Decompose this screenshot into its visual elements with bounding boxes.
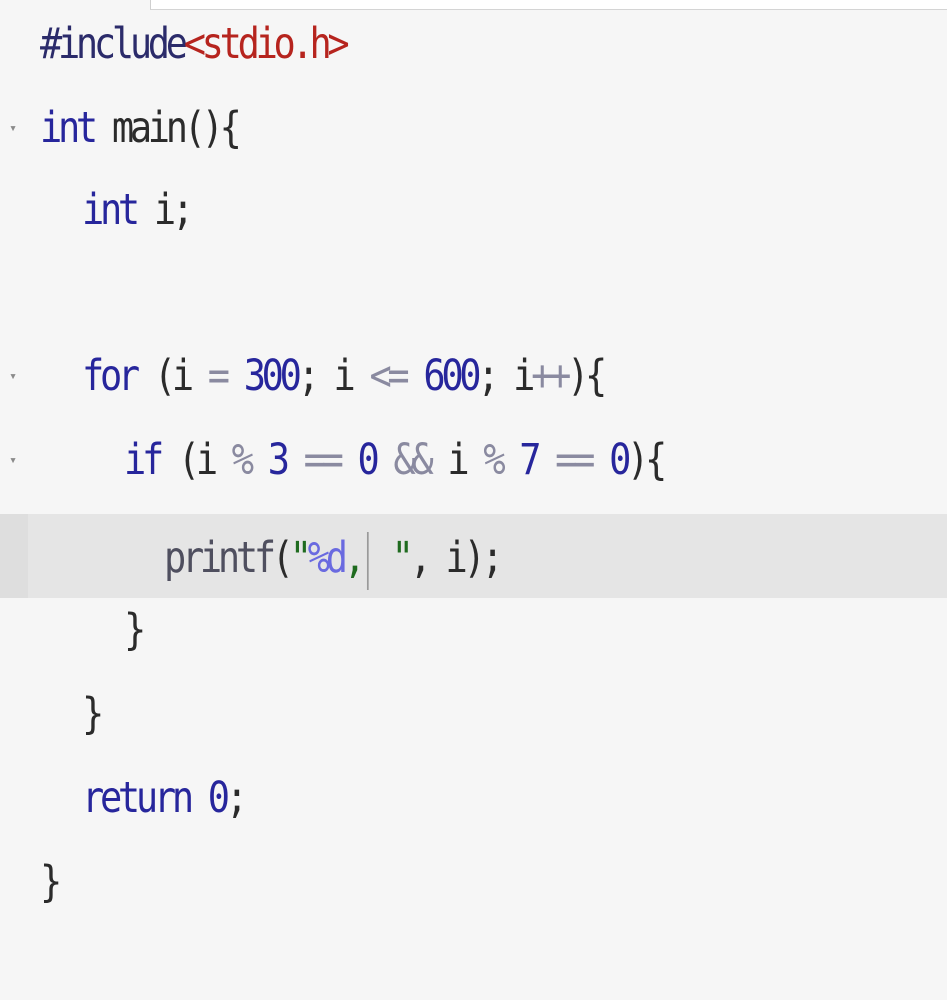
code-token: % bbox=[483, 435, 505, 485]
code-token: ( bbox=[271, 533, 294, 583]
code-token: = bbox=[207, 351, 230, 401]
code-token: ; bbox=[225, 773, 248, 823]
code-line-9[interactable]: } bbox=[0, 672, 947, 756]
code-token: <stdio.h> bbox=[183, 19, 350, 69]
code-token: int bbox=[82, 185, 140, 235]
code-text[interactable]: int i; bbox=[82, 182, 194, 238]
code-token: " bbox=[289, 533, 312, 583]
code-token: && bbox=[393, 435, 433, 485]
code-token: ){ bbox=[567, 351, 607, 401]
code-token: int bbox=[40, 103, 98, 153]
code-line-5[interactable]: ▾ for (i = 300; i <= 600; i++){ bbox=[0, 334, 947, 418]
code-text[interactable]: int main(){ bbox=[40, 100, 242, 156]
code-token: 0 bbox=[207, 773, 230, 823]
code-text[interactable]: printf("%d, ", i); bbox=[164, 530, 504, 590]
code-token: 300 bbox=[243, 351, 302, 401]
code-text[interactable]: #include<stdio.h> bbox=[40, 16, 350, 72]
code-token: ; i bbox=[477, 351, 535, 401]
fold-arrow-icon[interactable]: ▾ bbox=[6, 122, 20, 136]
code-token: ++ bbox=[531, 351, 571, 401]
code-token: } bbox=[124, 605, 146, 655]
code-text[interactable]: } bbox=[82, 686, 104, 742]
text-cursor bbox=[366, 531, 369, 590]
code-line-6[interactable]: ▾ if (i % 3 == 0 && i % 7 == 0){ bbox=[0, 418, 947, 502]
code-token: %d bbox=[307, 533, 348, 583]
code-token: % bbox=[231, 435, 254, 485]
code-text[interactable]: } bbox=[124, 602, 146, 658]
code-token: , bbox=[343, 533, 366, 583]
code-line-1[interactable]: #include<stdio.h> bbox=[0, 2, 947, 86]
code-line-10[interactable]: return 0; bbox=[0, 756, 947, 840]
code-token: <= bbox=[369, 351, 409, 401]
code-text[interactable]: for (i = 300; i <= 600; i++){ bbox=[82, 348, 607, 404]
code-token: == bbox=[303, 435, 344, 485]
code-token: 0 bbox=[357, 435, 380, 485]
fold-arrow-icon[interactable]: ▾ bbox=[6, 454, 20, 468]
code-line-8[interactable]: } bbox=[0, 588, 947, 672]
code-line-2[interactable]: ▾ int main(){ bbox=[0, 86, 947, 170]
code-token: } bbox=[82, 689, 104, 739]
code-text[interactable]: } bbox=[40, 854, 62, 910]
code-token: " bbox=[373, 533, 414, 583]
code-token: 3 bbox=[267, 435, 290, 485]
code-text[interactable]: return 0; bbox=[82, 770, 248, 826]
code-token: , i); bbox=[409, 533, 504, 583]
code-line-4[interactable] bbox=[0, 252, 947, 336]
code-token: 0 bbox=[609, 435, 631, 485]
code-token: (i bbox=[135, 351, 208, 401]
fold-arrow-icon[interactable]: ▾ bbox=[6, 370, 20, 384]
code-line-3[interactable]: int i; bbox=[0, 168, 947, 252]
code-token: i bbox=[429, 435, 484, 485]
code-token: i; bbox=[135, 185, 194, 235]
code-token: == bbox=[555, 435, 595, 485]
code-token: printf bbox=[164, 533, 276, 583]
code-token: } bbox=[40, 857, 62, 907]
code-line-11[interactable]: } bbox=[0, 840, 947, 924]
code-token: if bbox=[124, 435, 164, 485]
code-line-7[interactable]: printf("%d, ", i); bbox=[0, 514, 947, 598]
code-token: (i bbox=[159, 435, 232, 485]
code-token: ; i bbox=[297, 351, 370, 401]
code-text[interactable]: if (i % 3 == 0 && i % 7 == 0){ bbox=[124, 432, 667, 488]
code-token: #include bbox=[40, 19, 188, 69]
code-token: for bbox=[82, 351, 140, 401]
code-token: 600 bbox=[423, 351, 481, 401]
active-line-gutter bbox=[0, 514, 28, 598]
code-token: ){ bbox=[627, 435, 667, 485]
code-editor[interactable]: #include<stdio.h> ▾ int main(){int i; ▾ for … bbox=[0, 0, 947, 1000]
code-token: main(){ bbox=[93, 103, 242, 153]
code-token: 7 bbox=[519, 435, 541, 485]
code-token: return bbox=[82, 773, 194, 823]
